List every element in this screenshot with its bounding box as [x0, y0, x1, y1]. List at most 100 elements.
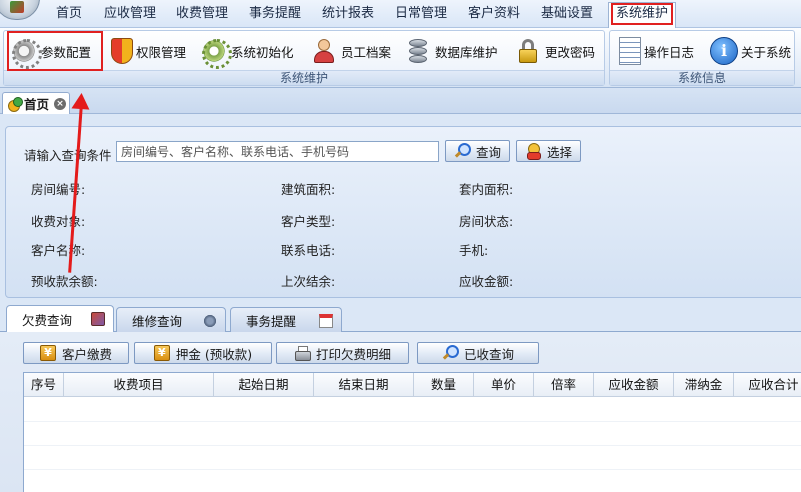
close-icon[interactable]: × [54, 97, 67, 110]
col-end-date[interactable]: 结束日期 [314, 373, 414, 397]
select-button[interactable]: 选择 [516, 140, 581, 162]
deposit-label: 押金 (预收款) [175, 346, 253, 362]
staff-records-label: 员工档案 [341, 44, 392, 60]
tab-repair-query[interactable]: 维修查询 [116, 307, 226, 332]
printer-icon [294, 345, 311, 361]
annotation-arrow-icon [71, 92, 91, 110]
field-receivable-amount: 应收金额: [459, 274, 514, 289]
user-icon [310, 37, 338, 65]
yen-icon: ¥ [39, 345, 56, 361]
ribbon: 参数配置 权限管理 系统初始化 员工档案 数据库维护 更改密码 系统维护 操作日… [0, 28, 801, 88]
staff-records-button[interactable]: 员工档案 [310, 35, 391, 67]
menu-daily[interactable]: 日常管理 [387, 0, 455, 28]
database-button[interactable]: 数据库维护 [404, 35, 498, 67]
search-button-label: 查询 [475, 144, 501, 160]
tab-affairs-reminder-label: 事务提醒 [246, 313, 297, 329]
search-button[interactable]: 查询 [445, 140, 510, 162]
log-document-icon [619, 37, 641, 65]
tab-arrears-query-label: 欠费查询 [22, 313, 73, 328]
bottom-tab-strip: 欠费查询 维修查询 事务提醒 [0, 304, 801, 333]
field-mobile: 手机: [459, 243, 489, 258]
search-icon [442, 345, 459, 361]
tools-icon [203, 314, 217, 328]
grid-line [24, 421, 801, 422]
system-init-button[interactable]: 系统初始化 [200, 35, 294, 69]
search-icon [454, 143, 471, 159]
permission-button[interactable]: 权限管理 [108, 35, 186, 67]
col-quantity[interactable]: 数量 [414, 373, 474, 397]
menu-receivables[interactable]: 应收管理 [96, 0, 164, 28]
tab-arrears-query[interactable]: 欠费查询 [6, 305, 114, 333]
menu-bar: 首页 应收管理 收费管理 事务提醒 统计报表 日常管理 客户资料 基础设置 系统… [0, 0, 801, 28]
field-last-balance: 上次结余: [281, 274, 336, 289]
field-room-status: 房间状态: [459, 214, 514, 229]
doc-tab-home[interactable]: 首页 × [2, 92, 70, 114]
highlight-box [7, 31, 103, 71]
menu-reports[interactable]: 统计报表 [314, 0, 382, 28]
box-icon [91, 312, 105, 326]
grid-line [24, 445, 801, 446]
operation-log-button[interactable]: 操作日志 [616, 35, 694, 67]
field-charge-target: 收费对象: [31, 214, 86, 229]
info-icon: i [710, 37, 738, 65]
ribbon-group-maintenance-caption: 系统维护 [4, 70, 604, 85]
field-inner-area: 套内面积: [459, 182, 514, 197]
query-prompt-label: 请输入查询条件 [24, 148, 112, 163]
menu-system-maintenance-label: 系统维护 [610, 3, 673, 25]
menu-customers[interactable]: 客户资料 [460, 0, 528, 28]
col-start-date[interactable]: 起始日期 [214, 373, 314, 397]
system-init-label: 系统初始化 [231, 44, 294, 60]
operation-log-label: 操作日志 [644, 44, 695, 60]
select-person-icon [525, 143, 541, 160]
ribbon-group-info: 操作日志 i 关于系统 系统信息 [609, 30, 795, 86]
change-password-label: 更改密码 [545, 44, 596, 60]
col-charge-item[interactable]: 收费项目 [64, 373, 214, 397]
col-receivable-total[interactable]: 应收合计 [734, 373, 801, 397]
col-unit-price[interactable]: 单价 [474, 373, 534, 397]
shield-icon [111, 38, 133, 64]
gear-green-icon [200, 37, 232, 69]
print-arrears-button[interactable]: 打印欠费明细 [276, 342, 409, 364]
col-index[interactable]: 序号 [24, 373, 64, 397]
field-prepaid-balance: 预收款余额: [31, 274, 98, 289]
customer-payment-label: 客户缴费 [61, 346, 112, 362]
field-contact-phone: 联系电话: [281, 243, 336, 258]
change-password-button[interactable]: 更改密码 [514, 35, 595, 67]
customer-payment-button[interactable]: ¥ 客户缴费 [23, 342, 129, 364]
print-arrears-label: 打印欠费明细 [315, 346, 391, 362]
menu-home[interactable]: 首页 [44, 0, 94, 28]
field-customer-type: 客户类型: [281, 214, 336, 229]
tab-affairs-reminder[interactable]: 事务提醒 [230, 307, 342, 332]
home-icon [6, 96, 23, 112]
paid-query-button[interactable]: 已收查询 [417, 342, 539, 364]
menu-charges[interactable]: 收费管理 [168, 0, 236, 28]
table-header: 序号 收费项目 起始日期 结束日期 数量 单价 倍率 应收金额 滞纳金 应收合计 [24, 373, 801, 397]
search-input[interactable] [116, 141, 439, 162]
deposit-button[interactable]: ¥ 押金 (预收款) [134, 342, 272, 364]
permission-label: 权限管理 [136, 44, 187, 60]
ribbon-group-info-caption: 系统信息 [610, 70, 794, 85]
field-customer-name: 客户名称: [31, 243, 86, 258]
arrears-table[interactable]: 序号 收费项目 起始日期 结束日期 数量 单价 倍率 应收金额 滞纳金 应收合计 [23, 372, 801, 492]
lock-icon [514, 37, 542, 65]
menu-reminders[interactable]: 事务提醒 [241, 0, 309, 28]
menu-basic-settings[interactable]: 基础设置 [533, 0, 601, 28]
tab-repair-query-label: 维修查询 [132, 313, 183, 329]
about-label: 关于系统 [741, 44, 792, 60]
col-receivable[interactable]: 应收金额 [594, 373, 674, 397]
menu-system-maintenance[interactable]: 系统维护 [608, 2, 676, 28]
doc-tab-home-label: 首页 [24, 97, 50, 112]
yen-icon: ¥ [153, 345, 170, 361]
app-logo-mark [10, 1, 24, 13]
database-label: 数据库维护 [435, 44, 498, 60]
database-icon [404, 37, 432, 65]
about-button[interactable]: i 关于系统 [710, 35, 791, 67]
field-building-area: 建筑面积: [281, 182, 336, 197]
calendar-icon [319, 314, 333, 328]
col-late-fee[interactable]: 滞纳金 [674, 373, 734, 397]
paid-query-label: 已收查询 [463, 346, 514, 362]
app-logo-icon[interactable] [0, 0, 40, 20]
col-multiplier[interactable]: 倍率 [534, 373, 594, 397]
select-button-label: 选择 [546, 144, 572, 160]
document-tab-strip: 首页 × [0, 88, 801, 114]
